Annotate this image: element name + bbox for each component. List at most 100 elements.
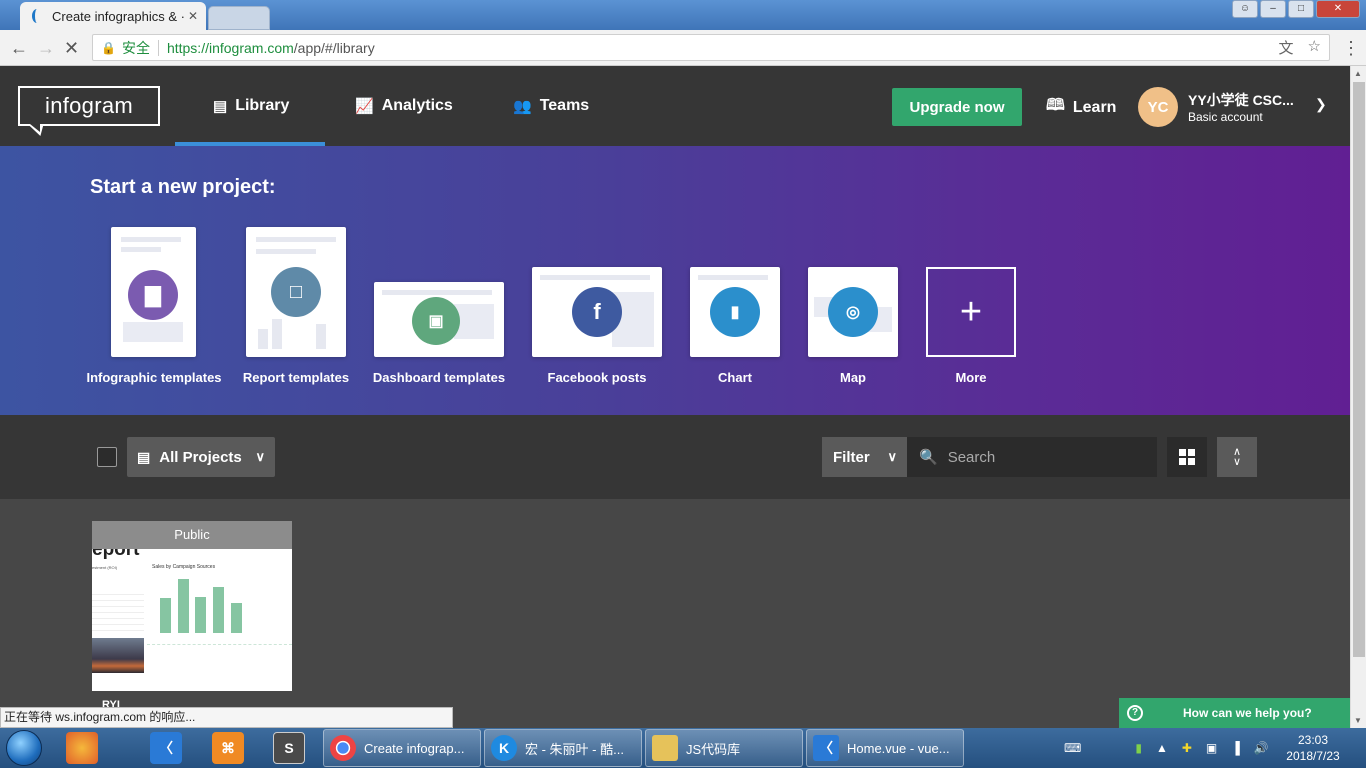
help-chat-button[interactable]: ? How can we help you? (1119, 698, 1350, 728)
loading-icon (32, 9, 42, 23)
close-icon[interactable]: ✕ (188, 9, 198, 23)
security-icon[interactable]: ✚ (1182, 741, 1192, 755)
vscode-icon[interactable]: 〈 (150, 732, 182, 764)
bookmark-star-icon[interactable]: ☆ (1308, 37, 1321, 58)
map-icon: ◎ (828, 287, 878, 337)
forward-icon[interactable]: → (37, 38, 55, 59)
logo-tail-inner (30, 124, 40, 132)
clock-date: 2018/7/23 (1286, 749, 1340, 763)
translate-icon[interactable]: 文 (1279, 37, 1294, 58)
tray-expand-icon[interactable]: ▲ (1156, 741, 1168, 755)
filter-dropdown[interactable]: Filter ∨ (822, 437, 907, 477)
browser-new-tab[interactable] (208, 6, 270, 30)
select-all-checkbox[interactable] (97, 447, 117, 467)
task-music[interactable]: K 宏 - 朱丽叶 - 酷... (484, 729, 642, 767)
xampp-icon[interactable]: ⌘ (212, 732, 244, 764)
maximize-icon[interactable]: □ (1288, 0, 1314, 18)
projects-dropdown[interactable]: ▤ All Projects ∨ (127, 437, 275, 477)
volume-icon[interactable]: 🔊 (1254, 741, 1269, 755)
question-icon: ? (1127, 705, 1143, 721)
start-button[interactable] (6, 730, 42, 766)
template-line (540, 275, 650, 280)
url-host: https://infogram.com (166, 39, 294, 56)
template-chart[interactable]: ▮ (690, 267, 780, 357)
template-infographic-label[interactable]: Infographic templates (86, 370, 221, 385)
template-map-label[interactable]: Map (840, 370, 866, 385)
scroll-down-icon[interactable]: ▼ (1354, 716, 1362, 725)
grid-icon (1179, 458, 1186, 465)
chevron-down-icon[interactable]: ❯ (1315, 96, 1327, 113)
grid-view-button[interactable] (1167, 437, 1207, 477)
scroll-up-icon[interactable]: ▲ (1354, 69, 1362, 78)
template-line (256, 249, 316, 254)
network-icon[interactable]: ▐ (1231, 741, 1240, 755)
minimize-icon[interactable]: – (1260, 0, 1286, 18)
upgrade-now-button[interactable]: Upgrade now (892, 88, 1022, 126)
color-app-icon[interactable] (66, 732, 98, 764)
card-thumb-bar (231, 603, 242, 633)
learn-link[interactable]: 🕮 Learn (1046, 94, 1116, 121)
task-folder-label: JS代码库 (686, 741, 741, 757)
teams-icon: 👥 (513, 98, 532, 115)
page-scrollbar[interactable]: ▲ ▼ (1350, 66, 1366, 728)
sort-button[interactable]: ∧ ∨ (1217, 437, 1257, 477)
user-icon[interactable]: ☺ (1232, 0, 1258, 18)
nav-teams[interactable]: 👥 Teams (513, 66, 589, 146)
hero-title: Start a new project: (90, 176, 276, 198)
template-report-label[interactable]: Report templates (243, 370, 349, 385)
template-chart-label[interactable]: Chart (718, 370, 752, 385)
project-card[interactable]: eport estment (ROI) Sales by Campaign So… (92, 521, 292, 691)
learn-label: Learn (1072, 98, 1117, 116)
infogram-logo[interactable]: infogram (18, 86, 160, 126)
template-bar (258, 329, 268, 349)
template-map[interactable]: ◎ (808, 267, 898, 357)
card-thumb-subtitle: estment (ROI) (92, 565, 118, 570)
book-icon: 🕮 (1046, 97, 1065, 114)
more-templates-button[interactable]: + (926, 267, 1016, 357)
template-shape (123, 322, 183, 342)
nav-library[interactable]: ▤ Library (213, 66, 289, 146)
task-folder[interactable]: JS代码库 (645, 729, 803, 767)
library-toolbar: ▤ All Projects ∨ Filter ∨ 🔍 Search ∧ ∨ (0, 415, 1350, 499)
chevron-down-icon: ∨ (887, 449, 897, 464)
search-input[interactable]: 🔍 Search (907, 437, 1157, 477)
avatar[interactable]: YC (1138, 87, 1178, 127)
menu-icon[interactable]: ⋮ (1342, 38, 1360, 59)
bar-chart-icon: ▇ (128, 270, 178, 320)
window-close-icon[interactable]: ✕ (1316, 0, 1360, 18)
template-facebook-label[interactable]: Facebook posts (548, 370, 647, 385)
device-icon[interactable]: ▣ (1206, 741, 1217, 755)
user-name[interactable]: YY小学徒 CSC... (1188, 90, 1294, 110)
nav-analytics[interactable]: 📈 Analytics (355, 66, 453, 146)
stop-icon[interactable]: ✕ (64, 38, 79, 59)
template-infographic[interactable]: ▇ (111, 227, 196, 357)
chart-icon: ▮ (710, 287, 760, 337)
sublime-icon[interactable]: S (273, 732, 305, 764)
template-line (256, 237, 336, 242)
template-report[interactable]: □ (246, 227, 346, 357)
keyboard-icon[interactable]: ⌨ (1064, 741, 1081, 755)
new-project-panel: Start a new project: ▇ Infographic templ… (0, 146, 1350, 415)
template-dashboard-label[interactable]: Dashboard templates (373, 370, 505, 385)
battery-icon[interactable]: ▮ (1135, 741, 1142, 755)
secure-label: 安全 (121, 39, 150, 56)
back-icon[interactable]: ← (10, 38, 28, 59)
chevron-down-icon: ∨ (255, 449, 265, 464)
url-field[interactable]: 🔒 安全 https://infogram.com /app/#/library… (92, 34, 1330, 61)
template-line (121, 247, 161, 252)
public-badge: Public (92, 521, 292, 549)
nav-analytics-label: Analytics (381, 97, 453, 114)
dashboard-icon: ▣ (412, 297, 460, 345)
omnibox-actions: 文 ☆ (1279, 37, 1321, 58)
clock[interactable]: 23:03 2018/7/23 (1280, 732, 1346, 764)
task-chrome[interactable]: Create infograp... (323, 729, 481, 767)
task-vscode[interactable]: 〈 Home.vue - vue... (806, 729, 964, 767)
scrollbar-thumb[interactable] (1353, 82, 1365, 657)
template-more-label[interactable]: More (955, 370, 986, 385)
template-facebook[interactable]: f (532, 267, 662, 357)
url-separator (157, 39, 159, 56)
browser-tab-active[interactable]: Create infographics & · ✕ (20, 2, 206, 30)
template-dashboard[interactable]: ▣ (374, 282, 504, 357)
system-tray: ⌨ ▮ ▲ ✚ ▣ ▐ 🔊 (1050, 728, 1269, 768)
sort-down-icon: ∨ (1232, 456, 1242, 468)
